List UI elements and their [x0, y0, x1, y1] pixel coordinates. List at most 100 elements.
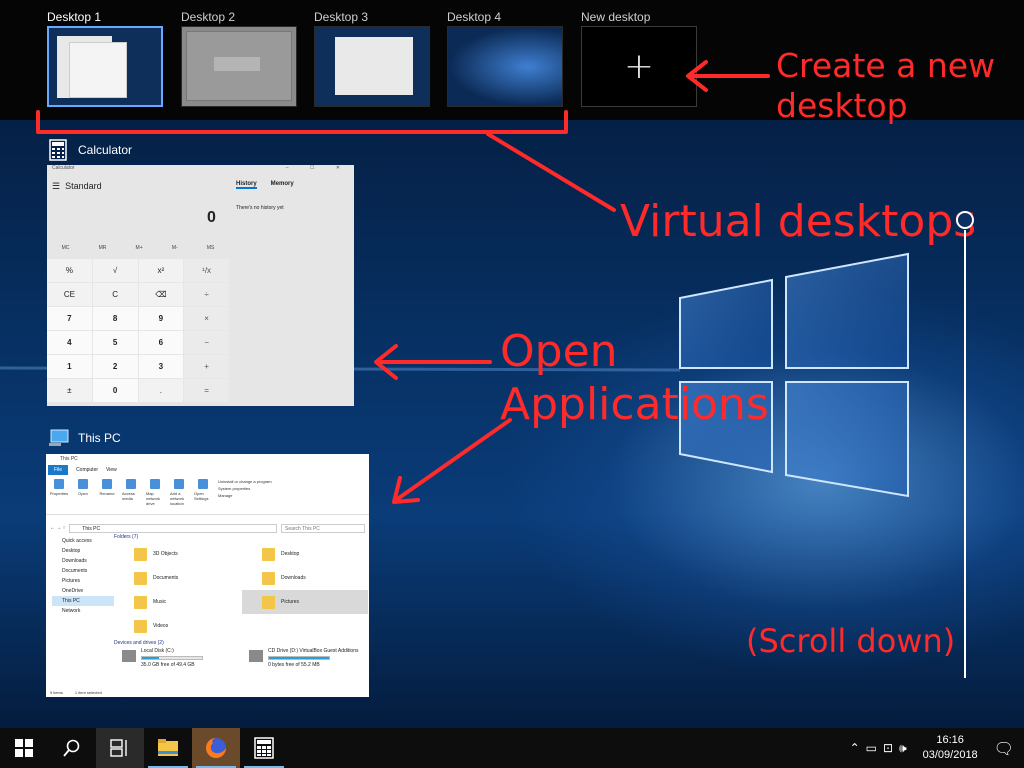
ribbon-button-label: Map network drive — [146, 491, 161, 506]
desktop-3-thumbnail[interactable] — [314, 26, 430, 107]
notifications-icon[interactable]: 🗨 — [994, 739, 1014, 758]
ribbon-button[interactable]: Open Settings — [194, 479, 212, 510]
battery-icon[interactable]: ▭ — [866, 741, 877, 755]
calculator-key[interactable]: 3 — [138, 355, 184, 378]
history-tab[interactable]: History — [236, 181, 257, 189]
calculator-mode: ☰ Standard — [52, 181, 102, 191]
nav-arrows-icon[interactable]: ← → ↑ — [50, 525, 65, 531]
ribbon-button[interactable]: Open — [74, 479, 92, 510]
memory-key[interactable]: MR — [99, 245, 107, 251]
drives-header[interactable]: Devices and drives (2) — [114, 638, 368, 648]
calculator-key[interactable]: 9 — [138, 307, 184, 330]
calculator-key[interactable]: 4 — [47, 331, 92, 354]
network-icon[interactable]: ⊡ — [883, 741, 893, 755]
ribbon-link[interactable]: Manage — [218, 493, 272, 498]
folder-item[interactable]: Documents — [114, 566, 240, 590]
search-button[interactable] — [48, 728, 96, 768]
clock[interactable]: 16:16 03/09/2018 — [913, 733, 988, 763]
memory-tab[interactable]: Memory — [271, 181, 294, 189]
ribbon-tab[interactable]: View — [106, 465, 117, 475]
folder-item[interactable]: Videos — [114, 614, 240, 638]
calculator-window-title[interactable]: Calculator — [48, 139, 132, 161]
calculator-key[interactable]: 7 — [47, 307, 92, 330]
calculator-key[interactable]: 5 — [92, 331, 138, 354]
nav-item[interactable]: OneDrive — [52, 586, 114, 596]
nav-item[interactable]: Pictures — [52, 576, 114, 586]
calculator-key[interactable]: . — [138, 379, 184, 402]
ribbon-tab[interactable]: Computer — [76, 465, 98, 475]
desktop-3[interactable]: Desktop 3 — [314, 8, 430, 107]
chevron-up-icon[interactable]: ⌃ — [850, 741, 860, 755]
calculator-key[interactable]: = — [184, 379, 229, 402]
firefox-taskbar-button[interactable] — [192, 728, 240, 768]
calculator-key[interactable]: √ — [92, 259, 138, 282]
drive-item[interactable]: CD Drive (D:) VirtualBox Guest Additions… — [241, 648, 368, 670]
folder-item[interactable]: Desktop — [242, 542, 368, 566]
calculator-key[interactable]: 2 — [92, 355, 138, 378]
start-button[interactable] — [0, 728, 48, 768]
memory-key[interactable]: M+ — [136, 245, 143, 251]
calculator-key[interactable]: ± — [47, 379, 92, 402]
calculator-key[interactable]: 6 — [138, 331, 184, 354]
calculator-key[interactable]: ÷ — [184, 283, 229, 306]
ribbon-button[interactable]: Properties — [50, 479, 68, 510]
drive-item[interactable]: Local Disk (C:) 35.0 GB free of 49.4 GB — [114, 648, 241, 670]
file-explorer-taskbar-button[interactable] — [144, 728, 192, 768]
calculator-key[interactable]: CE — [47, 283, 92, 306]
ribbon-button[interactable]: Add a network location — [170, 479, 188, 510]
task-view-button[interactable] — [96, 728, 144, 768]
nav-item[interactable]: Documents — [52, 566, 114, 576]
nav-item[interactable]: Network — [52, 606, 114, 616]
desktop-4[interactable]: Desktop 4 — [447, 8, 563, 107]
nav-item[interactable]: This PC — [52, 596, 114, 606]
calculator-window-thumbnail[interactable]: Calculator – ☐ ✕ ☰ Standard History Memo… — [47, 165, 354, 406]
calculator-key[interactable]: C — [92, 283, 138, 306]
folder-item[interactable]: Downloads — [242, 566, 368, 590]
desktop-4-thumbnail[interactable] — [447, 26, 563, 107]
ribbon-button[interactable]: Rename — [98, 479, 116, 510]
folder-item[interactable]: Pictures — [242, 590, 368, 614]
new-desktop-button[interactable]: New desktop + — [581, 8, 697, 107]
desktop-2[interactable]: Desktop 2 — [181, 8, 297, 107]
nav-item[interactable]: Desktop — [52, 546, 114, 556]
calculator-key[interactable]: % — [47, 259, 92, 282]
calculator-key[interactable]: 1 — [47, 355, 92, 378]
calculator-taskbar-button[interactable] — [240, 728, 288, 768]
memory-key[interactable]: M- — [172, 245, 178, 251]
this-pc-window-thumbnail[interactable]: This PC File Computer View Properties Open R… — [46, 454, 369, 697]
calculator-mode-text: Standard — [65, 181, 102, 191]
this-pc-window-title[interactable]: This PC — [48, 427, 121, 449]
desktop-1-label: Desktop 1 — [47, 10, 102, 24]
no-history-text: There's no history yet — [236, 205, 284, 211]
desktop-1-thumbnail[interactable] — [47, 26, 163, 107]
desktop-1[interactable]: Desktop 1 — [47, 8, 163, 107]
calculator-key[interactable]: ¹/x — [184, 259, 229, 282]
desktop-2-thumbnail[interactable] — [181, 26, 297, 107]
calculator-key[interactable]: ⌫ — [138, 283, 184, 306]
calculator-key[interactable]: × — [184, 307, 229, 330]
memory-key[interactable]: MS — [207, 245, 215, 251]
ribbon-tab[interactable]: File — [48, 465, 69, 475]
ribbon-button[interactable]: Access media — [122, 479, 140, 510]
calculator-key[interactable]: 8 — [92, 307, 138, 330]
calculator-key[interactable]: 0 — [92, 379, 138, 402]
folders-header[interactable]: Folders (7) — [114, 532, 368, 542]
new-desktop-tile[interactable]: + — [581, 26, 697, 107]
ribbon-button[interactable]: Map network drive — [146, 479, 164, 510]
calculator-key[interactable]: − — [184, 331, 229, 354]
ribbon-link[interactable]: System properties — [218, 486, 272, 491]
drive-usage-bar — [268, 656, 330, 660]
nav-item[interactable]: Quick access — [52, 536, 114, 546]
windows-start-icon — [15, 739, 33, 757]
nav-item[interactable]: Downloads — [52, 556, 114, 566]
ribbon-link[interactable]: Uninstall or change a program — [218, 479, 272, 484]
volume-icon[interactable]: 🕪 — [899, 741, 907, 756]
ribbon-button-icon — [102, 479, 112, 489]
calculator-key[interactable]: x² — [138, 259, 184, 282]
scroll-handle[interactable] — [956, 211, 974, 229]
scroll-track[interactable] — [964, 230, 966, 678]
calculator-key[interactable]: + — [184, 355, 229, 378]
memory-key[interactable]: MC — [62, 245, 70, 251]
folder-item[interactable]: Music — [114, 590, 240, 614]
folder-item[interactable]: 3D Objects — [114, 542, 240, 566]
